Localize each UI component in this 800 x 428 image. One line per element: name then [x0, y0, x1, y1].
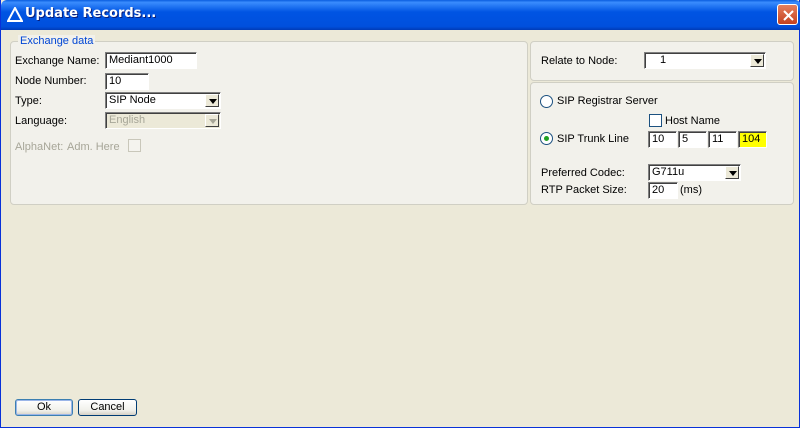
language-select: English: [105, 112, 221, 129]
alphanet-label: AlphaNet:: [15, 141, 64, 153]
rtp-packet-size-input[interactable]: 20: [648, 182, 678, 199]
host-name-checkbox[interactable]: [649, 114, 662, 127]
chevron-down-icon[interactable]: [750, 54, 764, 67]
host-name-label[interactable]: Host Name: [665, 115, 720, 127]
exchange-name-input[interactable]: Mediant1000: [105, 52, 197, 69]
app-triangle-icon: [6, 5, 24, 23]
close-icon: [783, 10, 794, 21]
preferred-codec-value: G711u: [652, 166, 685, 178]
relate-to-node-label: Relate to Node:: [541, 55, 618, 67]
rtp-unit-label: (ms): [680, 184, 702, 196]
chevron-down-icon[interactable]: [725, 166, 739, 179]
close-button[interactable]: [777, 4, 798, 25]
exchange-name-label: Exchange Name:: [15, 55, 100, 67]
sip-trunk-label[interactable]: SIP Trunk Line: [557, 133, 629, 145]
cancel-button[interactable]: Cancel: [78, 399, 137, 416]
sip-trunk-radio[interactable]: [540, 132, 553, 145]
language-label: Language:: [15, 115, 67, 127]
adm-here-label: Adm. Here: [67, 141, 120, 153]
adm-here-checkbox: [128, 139, 141, 152]
chevron-down-icon[interactable]: [205, 94, 219, 107]
type-select[interactable]: SIP Node: [105, 92, 221, 109]
ip-octet-4-input[interactable]: 104: [738, 131, 767, 148]
preferred-codec-select[interactable]: G711u: [648, 164, 741, 181]
relate-to-node-select[interactable]: 1: [644, 52, 766, 69]
ip-octet-2-input[interactable]: 5: [678, 131, 707, 148]
node-number-label: Node Number:: [15, 75, 87, 87]
exchange-data-title: Exchange data: [18, 35, 96, 47]
relate-to-node-value: 1: [660, 54, 667, 66]
node-number-input[interactable]: 10: [105, 73, 149, 90]
window-title: Update Records...: [25, 6, 157, 21]
type-label: Type:: [15, 95, 42, 107]
rtp-packet-size-label: RTP Packet Size:: [541, 184, 627, 196]
language-value: English: [109, 114, 146, 126]
ip-octet-3-input[interactable]: 11: [708, 131, 737, 148]
ip-octet-1-input[interactable]: 10: [648, 131, 677, 148]
type-value: SIP Node: [109, 94, 156, 106]
sip-registrar-label[interactable]: SIP Registrar Server: [557, 95, 658, 107]
sip-registrar-radio[interactable]: [540, 95, 553, 108]
ok-button[interactable]: Ok: [15, 399, 73, 416]
chevron-down-icon: [205, 114, 219, 127]
update-records-dialog: Update Records... Exchange data Exchange…: [0, 0, 800, 428]
title-bar[interactable]: Update Records...: [1, 0, 800, 30]
preferred-codec-label: Preferred Codec:: [541, 167, 625, 179]
